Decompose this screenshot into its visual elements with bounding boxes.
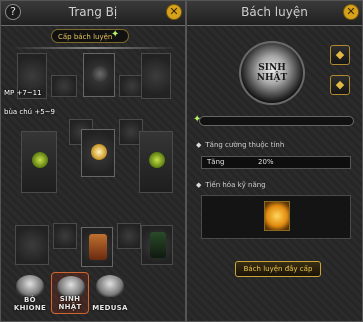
refine-progress-bar — [199, 116, 354, 126]
equipment-slot-armor[interactable] — [81, 129, 115, 177]
close-icon[interactable]: ✕ — [166, 4, 182, 20]
hero-crest-icon — [16, 275, 44, 297]
helmet-icon — [92, 66, 108, 82]
equipment-slot-gloves[interactable] — [15, 225, 49, 265]
skill-section-title: ◆ Tiến hóa kỹ năng — [196, 181, 266, 189]
stat-spell: bùa chú +5~9 — [4, 108, 55, 116]
armor-gem-icon — [91, 144, 107, 160]
skill-section-label: Tiến hóa kỹ năng — [205, 181, 266, 189]
equipment-slot-charm[interactable] — [117, 223, 141, 249]
equipment-panel: ? Trang Bị ✕ Cấp bách luyện ✦ MP +7~11 b… — [0, 0, 186, 322]
side-item-button-2[interactable]: ◆ — [330, 75, 350, 95]
hero-emblem: SINH NHẬT — [239, 41, 305, 105]
emblem-label: SINH NHẬT — [256, 63, 288, 83]
boots-icon — [150, 232, 166, 258]
sparkle-icon: ✦ — [111, 29, 120, 40]
item-icon: ◆ — [335, 78, 345, 91]
equipment-title-bar: ? Trang Bị ✕ — [1, 1, 185, 26]
attr-value: 20% — [258, 158, 274, 166]
pants-icon — [89, 234, 107, 260]
equipment-slot-pants[interactable] — [81, 227, 113, 267]
equipment-slot-offhand[interactable] — [139, 131, 173, 193]
equipment-title: Trang Bị — [68, 5, 118, 19]
stat-mp: MP +7~11 — [4, 89, 42, 97]
refine-panel: Bách luyện ✕ SINH NHẬT ◆ ◆ ✦ ◆ Tăng cường… — [186, 0, 363, 322]
bullet-icon: ◆ — [196, 141, 202, 149]
hero-crest-icon — [96, 275, 124, 297]
attr-section-label: Tăng cường thuộc tính — [205, 141, 285, 149]
refine-max-button[interactable]: Bách luyện đầy cấp — [235, 261, 321, 277]
attr-row: Tăng 20% — [201, 156, 351, 169]
refine-title-bar: Bách luyện ✕ — [187, 1, 362, 26]
skill-icon[interactable] — [264, 201, 290, 231]
skill-box — [201, 195, 351, 239]
equipment-slot-helmet[interactable] — [83, 53, 115, 97]
attr-section-title: ◆ Tăng cường thuộc tính — [196, 141, 284, 149]
offhand-gem-icon — [149, 152, 165, 168]
hero-sinh-nhat[interactable]: SINH NHẬT — [51, 272, 89, 314]
item-icon: ◆ — [335, 48, 345, 61]
equipment-slot-pauldron-right[interactable] — [141, 53, 171, 99]
equipment-slot-ring-2[interactable] — [53, 223, 77, 249]
close-icon[interactable]: ✕ — [343, 4, 359, 20]
hero-bo-khione[interactable]: BÒ KHIONE — [11, 272, 49, 314]
hero-label: MEDUSA — [92, 304, 128, 312]
equipment-slot-weapon[interactable] — [21, 131, 57, 193]
equipment-slot-ring[interactable] — [51, 75, 77, 97]
divider — [11, 47, 177, 49]
bullet-icon: ◆ — [196, 181, 202, 189]
hero-label: SINH NHẬT — [58, 295, 82, 311]
weapon-gem-icon — [32, 152, 48, 168]
refine-title: Bách luyện — [241, 5, 308, 19]
hero-medusa[interactable]: MEDUSA — [91, 272, 129, 314]
hero-label: BÒ KHIONE — [13, 296, 47, 312]
side-item-button-1[interactable]: ◆ — [330, 45, 350, 65]
equipment-slot-boots[interactable] — [141, 225, 173, 265]
attr-label: Tăng — [207, 158, 225, 166]
